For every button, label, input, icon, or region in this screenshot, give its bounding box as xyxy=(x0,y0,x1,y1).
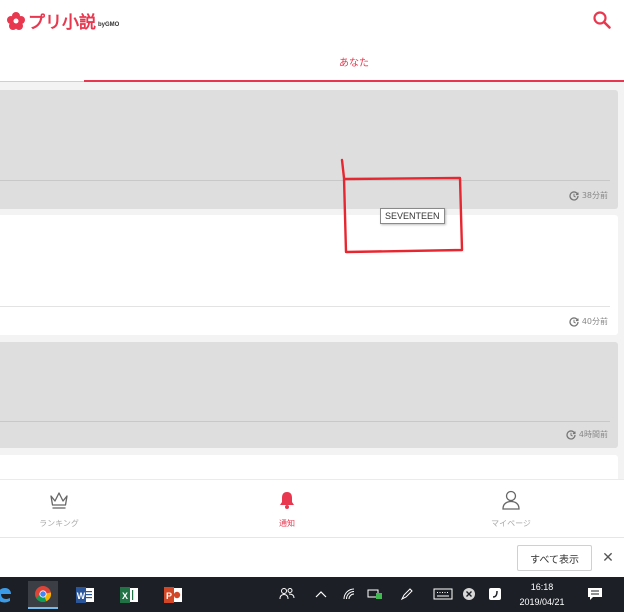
notification-card[interactable]: 40分前 xyxy=(0,215,618,335)
clock-icon xyxy=(569,190,579,201)
taskbar-edge[interactable] xyxy=(0,581,18,609)
word-icon: W xyxy=(76,587,94,603)
bottom-nav: ランキング 通知 マイページ xyxy=(0,479,624,537)
keyboard-icon[interactable] xyxy=(432,585,454,603)
svg-text:P: P xyxy=(166,591,172,601)
search-icon[interactable] xyxy=(592,10,612,30)
card-time-text: 40分前 xyxy=(581,317,608,326)
hover-tooltip: SEVENTEEN xyxy=(380,208,445,224)
notification-card[interactable]: 4時間前 xyxy=(0,342,618,448)
notification-card[interactable]: 38分前 xyxy=(0,90,618,209)
taskbar-excel[interactable]: X xyxy=(114,581,144,609)
network-icon[interactable] xyxy=(366,585,384,603)
card-time-text: 38分前 xyxy=(581,191,608,200)
tab-divider xyxy=(0,81,84,82)
show-all-button[interactable]: すべて表示 xyxy=(517,545,592,571)
app-logo[interactable]: プリ小説 byGMO xyxy=(6,8,119,33)
card-time: 4時間前 xyxy=(566,429,608,440)
logo-text: プリ小説 xyxy=(28,13,96,33)
app-header: プリ小説 byGMO xyxy=(0,0,624,40)
people-icon[interactable] xyxy=(278,585,296,603)
tab-left[interactable] xyxy=(0,40,84,82)
card-time: 40分前 xyxy=(569,316,608,327)
card-divider xyxy=(0,180,610,181)
action-center-icon[interactable] xyxy=(586,585,604,603)
bell-icon xyxy=(280,492,294,509)
wifi-icon[interactable] xyxy=(340,585,358,603)
clock-icon xyxy=(566,429,576,440)
nav-mypage-label: マイページ xyxy=(491,519,531,528)
nav-ranking-label: ランキング xyxy=(39,519,79,528)
user-icon xyxy=(502,490,520,510)
close-icon[interactable]: ✕ xyxy=(598,548,618,568)
taskbar-date[interactable]: 2019/04/21 xyxy=(512,597,572,607)
clock-icon xyxy=(569,316,579,327)
status-x-icon[interactable] xyxy=(460,585,478,603)
chevron-up-icon[interactable] xyxy=(312,585,330,603)
nav-ranking[interactable]: ランキング xyxy=(0,480,163,538)
edge-icon xyxy=(0,588,11,603)
card-time-text: 4時間前 xyxy=(578,430,608,439)
pen-icon[interactable] xyxy=(398,585,416,603)
nav-notice[interactable]: 通知 xyxy=(183,480,391,538)
taskbar-time[interactable]: 16:18 xyxy=(512,582,572,592)
windows-taskbar: W X P 16:18 2019/04/21 xyxy=(0,577,624,612)
logo-flower-icon xyxy=(7,11,25,30)
card-time: 38分前 xyxy=(569,190,608,201)
app-tray-icon[interactable] xyxy=(486,585,504,603)
svg-text:X: X xyxy=(122,591,128,601)
crown-icon xyxy=(50,492,68,509)
powerpoint-icon: P xyxy=(164,587,182,603)
tab-bar: あなた xyxy=(0,40,624,82)
excel-icon: X xyxy=(120,587,138,603)
nav-mypage[interactable]: マイページ xyxy=(407,480,615,538)
taskbar-chrome[interactable] xyxy=(28,581,58,609)
tab-anata[interactable]: あなた xyxy=(84,40,624,82)
card-divider xyxy=(0,306,610,307)
svg-text:W: W xyxy=(77,591,86,601)
notification-banner: すべて表示 ✕ xyxy=(0,537,624,577)
nav-notice-label: 通知 xyxy=(279,519,295,528)
tab-active-underline xyxy=(84,80,624,82)
card-divider xyxy=(0,421,610,422)
taskbar-powerpoint[interactable]: P xyxy=(158,581,188,609)
chrome-icon xyxy=(35,586,52,603)
taskbar-word[interactable]: W xyxy=(70,581,100,609)
logo-sub: byGMO xyxy=(98,21,120,28)
